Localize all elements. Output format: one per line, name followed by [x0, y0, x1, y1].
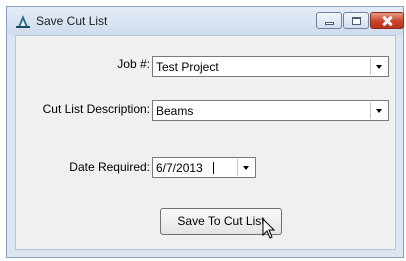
job-value: Test Project [156, 60, 219, 74]
maximize-button[interactable] [343, 12, 369, 29]
chevron-down-icon[interactable] [370, 58, 387, 75]
close-button[interactable] [370, 12, 404, 29]
mouse-pointer-icon [262, 218, 276, 239]
job-select[interactable]: Test Project [152, 56, 389, 77]
description-select[interactable]: Beams [152, 100, 389, 121]
title-bar[interactable]: Save Cut List [7, 7, 404, 35]
date-required-value: 6/7/2013 [156, 161, 203, 175]
minimize-button[interactable] [316, 12, 342, 29]
chevron-down-icon[interactable] [370, 102, 387, 119]
dialog-body: Job #: Test Project Cut List Description… [15, 35, 396, 250]
job-label: Job #: [117, 57, 150, 71]
save-cut-list-window: Save Cut List Job #: Test Project Cut Li… [6, 6, 404, 258]
date-required-label: Date Required: [69, 160, 150, 174]
window-title: Save Cut List [36, 14, 108, 28]
description-label: Cut List Description: [42, 102, 150, 116]
description-value: Beams [156, 104, 194, 118]
chevron-down-icon[interactable] [237, 159, 254, 176]
app-icon [16, 15, 30, 28]
text-caret [213, 162, 214, 174]
date-required-picker[interactable]: 6/7/2013 [152, 157, 256, 178]
